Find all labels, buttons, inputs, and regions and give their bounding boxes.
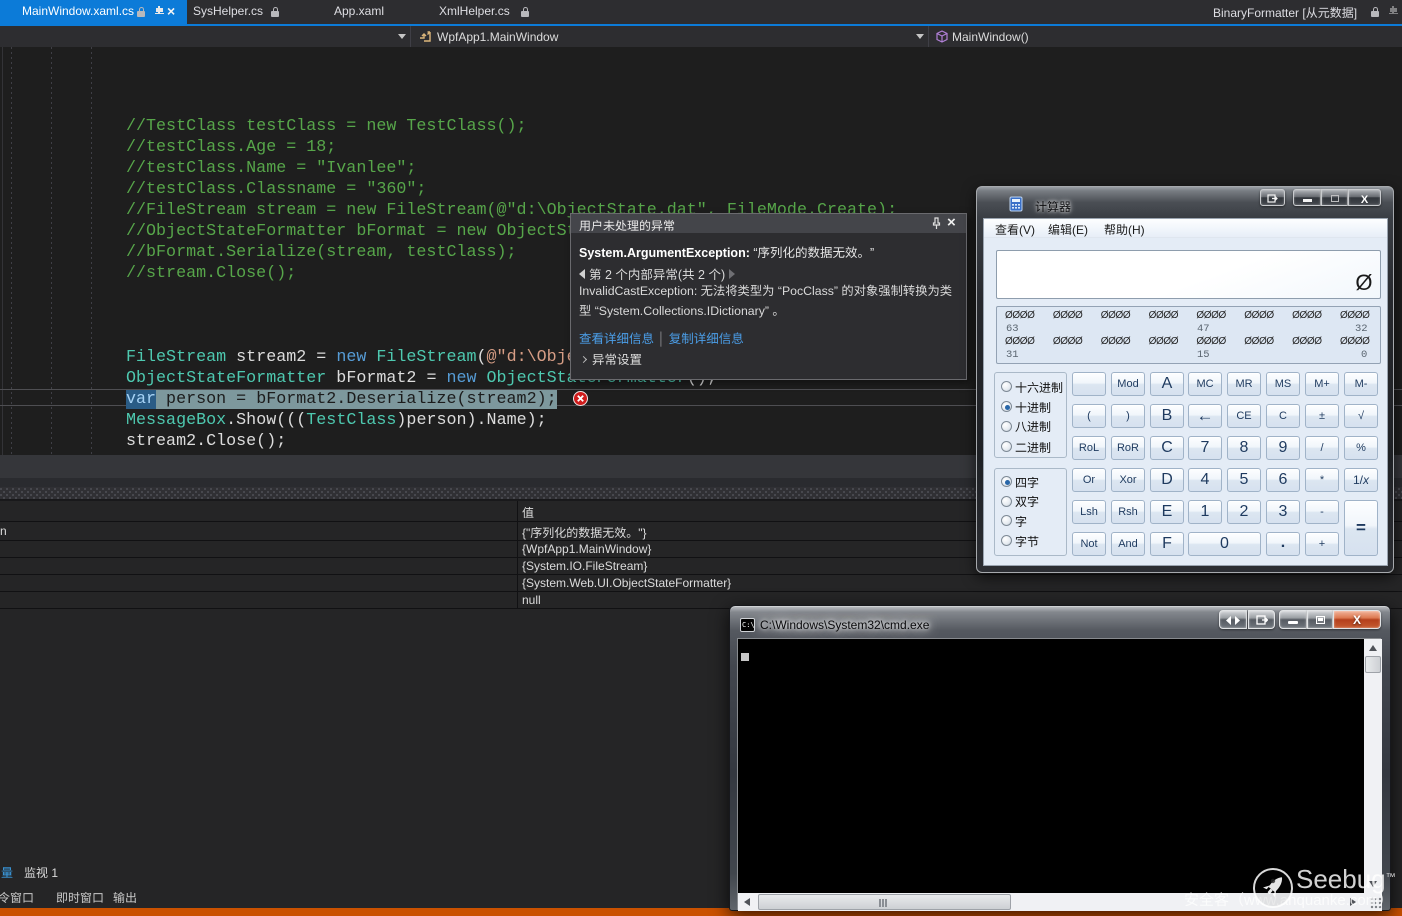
svg-text:C:\: C:\	[742, 621, 755, 629]
